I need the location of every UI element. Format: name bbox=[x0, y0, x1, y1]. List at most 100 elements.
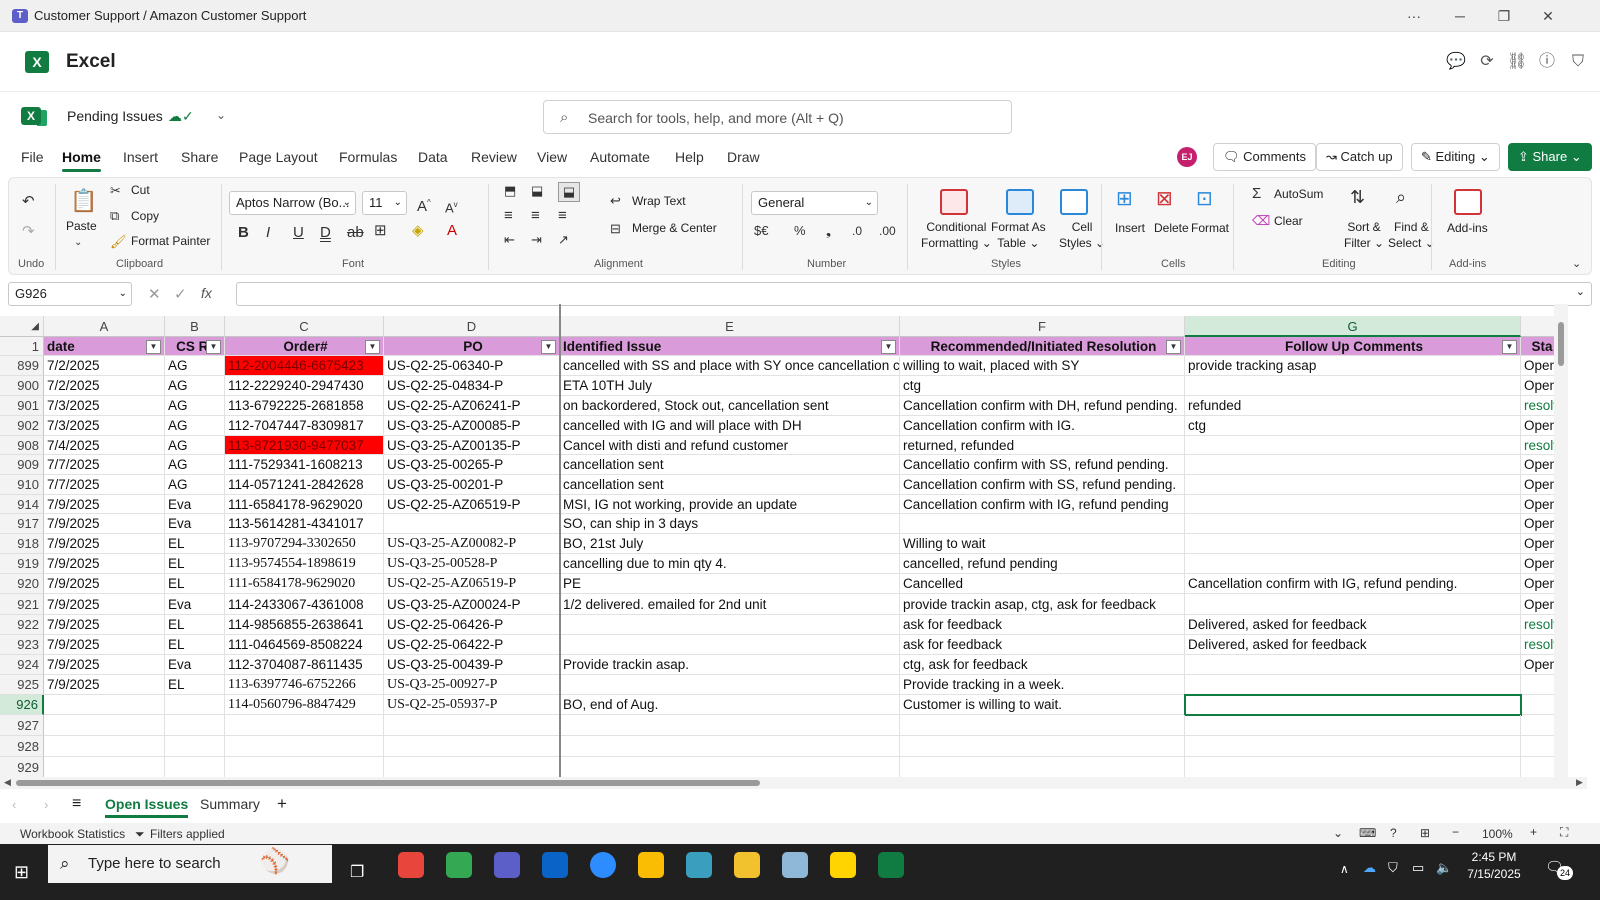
delete-cells-button[interactable]: Delete bbox=[1154, 221, 1189, 235]
double-underline-icon[interactable]: D bbox=[320, 224, 331, 242]
cell-po[interactable]: US-Q3-25-00265-P bbox=[384, 455, 560, 475]
number-format-dropdown[interactable]: General ⌄ bbox=[751, 191, 878, 215]
document-name[interactable]: Pending Issues bbox=[67, 108, 163, 124]
file-explorer-icon[interactable] bbox=[734, 852, 760, 878]
cell-resolution[interactable]: Cancellatio confirm with SS, refund pend… bbox=[900, 455, 1185, 475]
cell-po[interactable] bbox=[384, 514, 560, 534]
cell-resolution[interactable]: provide trackin asap, ctg, ask for feedb… bbox=[900, 594, 1185, 615]
cell-identified-issue[interactable]: cancelled with IG and will place with DH bbox=[560, 416, 900, 436]
underline-icon[interactable]: U bbox=[293, 224, 304, 242]
conditional-formatting-icon[interactable] bbox=[940, 189, 968, 215]
cell-cs-rep[interactable]: AG bbox=[165, 416, 225, 436]
help-icon[interactable]: ? bbox=[1390, 826, 1397, 840]
find-select-button[interactable]: Find & Select ⌄ bbox=[1388, 219, 1435, 251]
task-view-icon[interactable]: ❐ bbox=[350, 862, 364, 882]
cell-po[interactable]: US-Q2-25-06422-P bbox=[384, 635, 560, 655]
row-header[interactable]: 929 bbox=[0, 757, 44, 778]
cell-po[interactable]: US-Q2-25-AZ06241-P bbox=[384, 396, 560, 416]
tab-page-layout[interactable]: Page Layout bbox=[239, 149, 318, 165]
sort-filter-button[interactable]: Sort & Filter ⌄ bbox=[1344, 219, 1384, 251]
delete-cells-icon[interactable]: ⊠ bbox=[1156, 189, 1173, 209]
cell-order-number[interactable]: 113-5614281-4341017 bbox=[225, 514, 384, 534]
decrease-decimal-icon[interactable]: .00 bbox=[879, 222, 896, 240]
cell-resolution[interactable]: Cancellation confirm with IG, refund pen… bbox=[900, 495, 1185, 514]
minimize-button[interactable]: ─ bbox=[1438, 0, 1482, 32]
cell-date[interactable]: 7/9/2025 bbox=[44, 514, 165, 534]
cell-resolution[interactable]: ask for feedback bbox=[900, 615, 1185, 635]
cell-order-number[interactable]: 111-0464569-8508224 bbox=[225, 635, 384, 655]
cell-cs-rep[interactable]: AG bbox=[165, 455, 225, 475]
column-header-b[interactable]: B bbox=[165, 316, 225, 337]
cell-identified-issue[interactable]: cancelled with SS and place with SY once… bbox=[560, 356, 900, 376]
comments-button[interactable]: 🗨 Comments bbox=[1213, 143, 1316, 171]
merge-center-button[interactable]: Merge & Center bbox=[632, 221, 717, 235]
decrease-indent-icon[interactable]: ⇤ bbox=[504, 231, 515, 249]
cell-date[interactable]: 7/9/2025 bbox=[44, 675, 165, 695]
tab-view[interactable]: View bbox=[537, 149, 567, 165]
show-hidden-icons[interactable]: ∧ bbox=[1340, 862, 1349, 876]
insert-function-icon[interactable]: fx bbox=[201, 285, 212, 301]
more-options-icon[interactable]: ··· bbox=[1392, 0, 1436, 32]
cell-follow-up-comments[interactable]: provide tracking asap bbox=[1185, 356, 1521, 376]
view-icon[interactable]: ⊞ bbox=[1420, 826, 1430, 840]
row-header[interactable]: 927 bbox=[0, 715, 44, 736]
cell-cs-rep[interactable]: Eva bbox=[165, 594, 225, 615]
cell-order-number[interactable]: 112-7047447-8309817 bbox=[225, 416, 384, 436]
cell-identified-issue[interactable] bbox=[560, 635, 900, 655]
vertical-scrollbar[interactable] bbox=[1554, 304, 1568, 777]
cell-order-number[interactable]: 112-3704087-8611435 bbox=[225, 655, 384, 675]
table-header-cs-rep[interactable]: CS Re ▼ bbox=[165, 337, 225, 356]
cell-po[interactable]: US-Q2-25-04834-P bbox=[384, 376, 560, 396]
align-top-icon[interactable]: ⬒ bbox=[504, 182, 516, 200]
cell-follow-up-comments[interactable]: refunded bbox=[1185, 396, 1521, 416]
tab-share[interactable]: Share bbox=[181, 149, 218, 165]
filter-dropdown-icon[interactable]: ▼ bbox=[365, 340, 380, 354]
formula-input[interactable]: ⌄ bbox=[236, 282, 1592, 306]
sort-filter-icon[interactable]: ⇅ bbox=[1350, 188, 1365, 206]
search-box[interactable]: ⌕ Search for tools, help, and more (Alt … bbox=[543, 100, 1012, 134]
row-header[interactable]: 917 bbox=[0, 514, 44, 534]
zoom-in-icon[interactable]: + bbox=[1530, 825, 1537, 839]
cell-follow-up-comments[interactable] bbox=[1185, 534, 1521, 554]
cell-po[interactable]: US-Q2-25-05937-P bbox=[384, 695, 560, 715]
chrome-icon[interactable] bbox=[446, 852, 472, 878]
cell-identified-issue[interactable]: cancellation sent bbox=[560, 475, 900, 495]
table-header-identified-issue[interactable]: Identified Issue ▼ bbox=[560, 337, 900, 356]
filter-dropdown-icon[interactable]: ▼ bbox=[1166, 340, 1181, 354]
addins-button[interactable]: Add-ins bbox=[1447, 221, 1488, 235]
wrap-text-button[interactable]: Wrap Text bbox=[632, 194, 686, 208]
row-header[interactable]: 902 bbox=[0, 416, 44, 436]
volume-icon[interactable]: 🔈 bbox=[1436, 860, 1452, 876]
app-icon[interactable] bbox=[686, 852, 712, 878]
restore-button[interactable]: ❐ bbox=[1482, 0, 1526, 32]
row-header[interactable]: 908 bbox=[0, 436, 44, 455]
cell-identified-issue[interactable]: BO, 21st July bbox=[560, 534, 900, 554]
cell-identified-issue[interactable]: PE bbox=[560, 574, 900, 594]
row-header[interactable]: 920 bbox=[0, 574, 44, 594]
cell-identified-issue[interactable]: ETA 10TH July bbox=[560, 376, 900, 396]
next-sheet-icon[interactable]: › bbox=[44, 797, 48, 812]
sheet-tab-open-issues[interactable]: Open Issues bbox=[105, 796, 189, 818]
zoom-level[interactable]: 100% bbox=[1482, 827, 1513, 841]
align-middle-icon[interactable]: ⬓ bbox=[531, 182, 543, 200]
align-left-icon[interactable]: ≡ bbox=[504, 207, 513, 225]
cell-order-number[interactable]: 114-0560796-8847429 bbox=[225, 695, 384, 715]
cell-date[interactable]: 7/9/2025 bbox=[44, 655, 165, 675]
close-button[interactable]: ✕ bbox=[1526, 0, 1570, 32]
editing-mode-button[interactable]: ✎ Editing ⌄ bbox=[1411, 143, 1500, 171]
cell-order-number[interactable]: 113-6397746-6752266 bbox=[225, 675, 384, 695]
row-header[interactable]: 922 bbox=[0, 615, 44, 635]
cell-resolution[interactable]: ctg, ask for feedback bbox=[900, 655, 1185, 675]
row-header[interactable]: 924 bbox=[0, 655, 44, 675]
row-header[interactable]: 928 bbox=[0, 736, 44, 757]
row-header[interactable]: 900 bbox=[0, 376, 44, 396]
chevron-down-icon[interactable]: ⌄ bbox=[1333, 826, 1343, 840]
info-icon[interactable]: ⓘ bbox=[1537, 52, 1557, 72]
cell-identified-issue[interactable]: Provide trackin asap. bbox=[560, 655, 900, 675]
filter-dropdown-icon[interactable]: ▼ bbox=[206, 340, 221, 354]
borders-icon[interactable]: ⊞ bbox=[374, 222, 387, 240]
format-cells-icon[interactable]: ⊡ bbox=[1196, 189, 1213, 209]
cell-identified-issue[interactable]: SO, can ship in 3 days bbox=[560, 514, 900, 534]
notepad-icon[interactable] bbox=[782, 852, 808, 878]
cell-cs-rep[interactable]: Eva bbox=[165, 655, 225, 675]
